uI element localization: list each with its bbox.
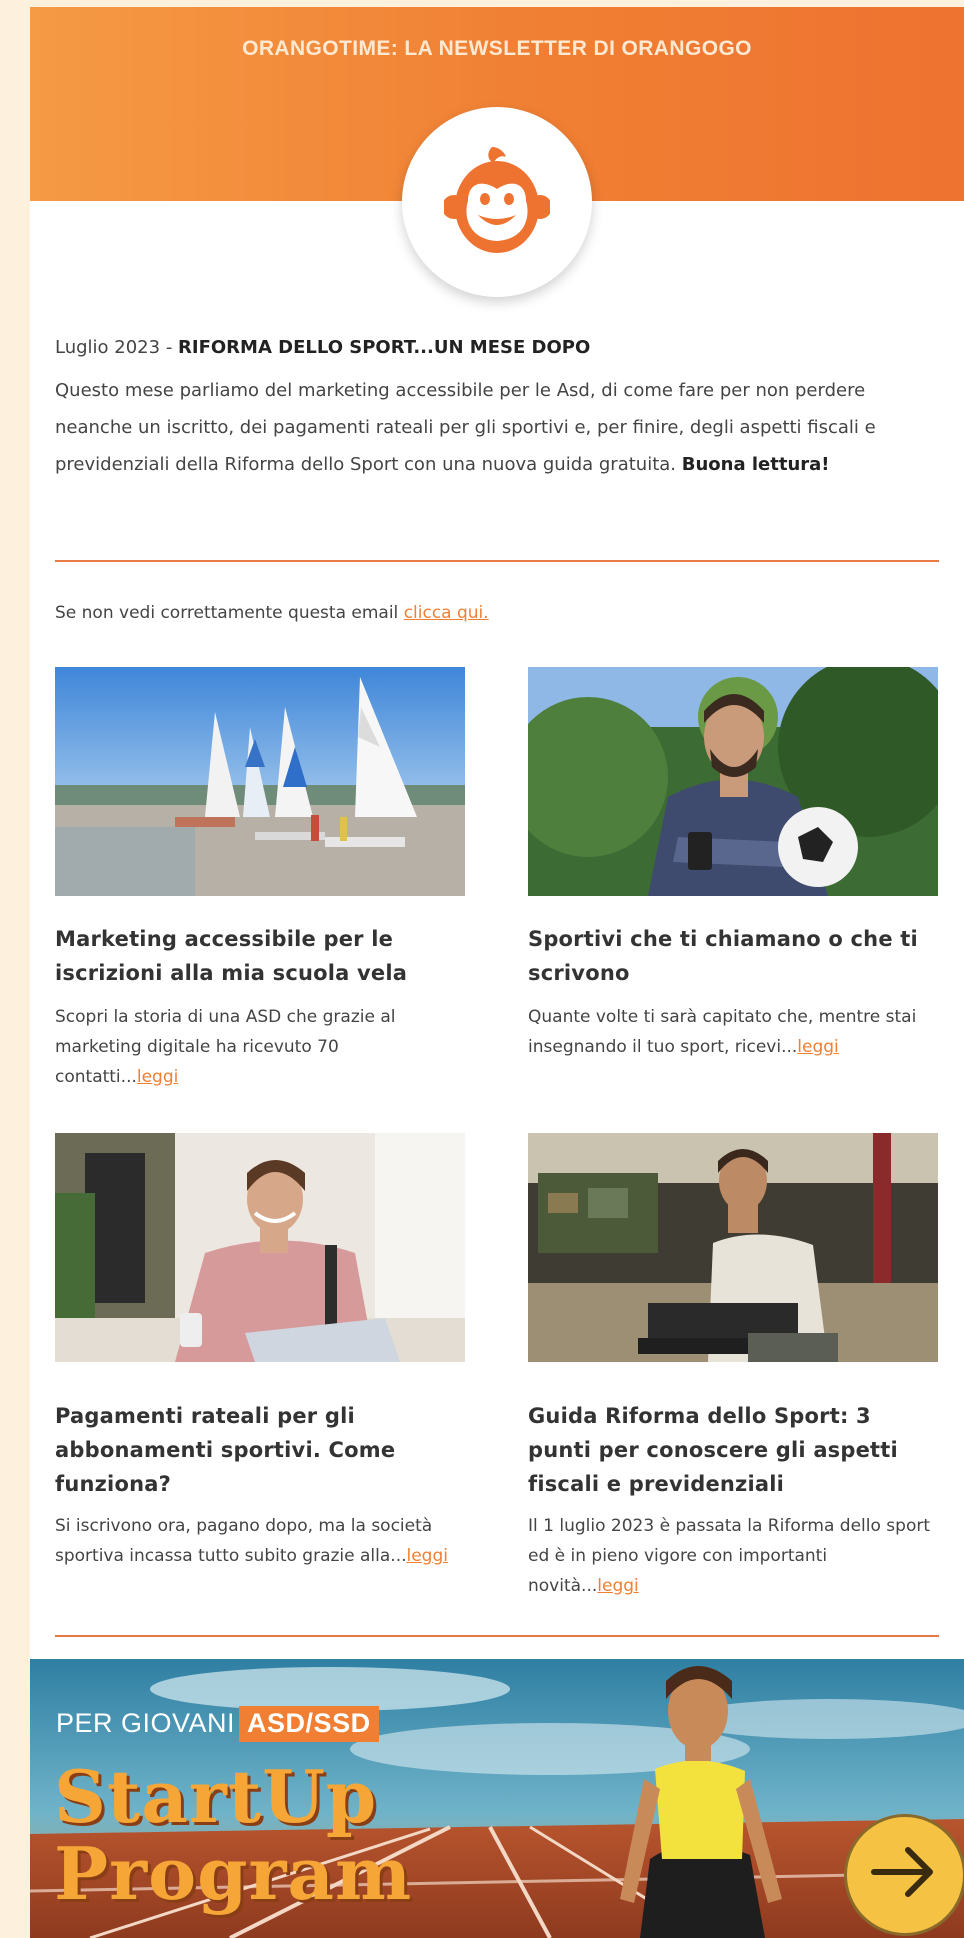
article-excerpt: Scopri la storia di una ASD che grazie a… — [55, 1002, 465, 1092]
article-excerpt-text: Il 1 luglio 2023 è passata la Riforma de… — [528, 1516, 930, 1596]
banner-tag: ASD/SSD — [239, 1706, 379, 1742]
banner-subtitle-text: PER GIOVANI — [56, 1708, 236, 1738]
banner-subtitle: PER GIOVANI ASD/SSD — [56, 1706, 379, 1742]
article-image-gym-reception[interactable] — [55, 1133, 465, 1362]
view-online-notice: Se non vedi correttamente questa email c… — [55, 603, 489, 623]
arrow-right-icon — [871, 1847, 933, 1897]
newsletter: ORANGOTIME: LA NEWSLETTER DI ORANGOGO Lu… — [30, 7, 964, 1938]
notice-text: Se non vedi correttamente questa email — [55, 603, 404, 623]
read-more-link[interactable]: leggi — [137, 1067, 179, 1087]
banner-arrow-button[interactable] — [844, 1814, 964, 1936]
intro: Luglio 2023 - RIFORMA DELLO SPORT...UN M… — [55, 329, 935, 483]
article-card-1: Marketing accessibile per le iscrizioni … — [55, 667, 465, 1107]
article-image-sailing[interactable] — [55, 667, 465, 896]
banner-title-line1: StartUp — [54, 1754, 378, 1839]
view-online-link[interactable]: clicca qui. — [404, 603, 489, 623]
article-card-4: Guida Riforma dello Sport: 3 punti per c… — [528, 1133, 938, 1633]
divider — [55, 560, 939, 562]
startup-program-banner[interactable]: PER GIOVANI ASD/SSD StartUp Program — [30, 1659, 964, 1938]
article-excerpt: Il 1 luglio 2023 è passata la Riforma de… — [528, 1511, 938, 1601]
article-excerpt-text: Quante volte ti sarà capitato che, mentr… — [528, 1007, 917, 1057]
article-excerpt-text: Scopri la storia di una ASD che grazie a… — [55, 1007, 396, 1087]
logo[interactable] — [402, 107, 592, 297]
article-excerpt: Si iscrivono ora, pagano dopo, ma la soc… — [55, 1511, 465, 1571]
article-image-trainer-laptop[interactable] — [528, 1133, 938, 1362]
article-title[interactable]: Sportivi che ti chiamano o che ti scrivo… — [528, 922, 938, 990]
article-image-athlete-phone[interactable] — [528, 667, 938, 896]
article-title[interactable]: Guida Riforma dello Sport: 3 punti per c… — [528, 1399, 938, 1501]
banner-title-line2: Program — [54, 1831, 413, 1916]
intro-body: Questo mese parliamo del marketing acces… — [55, 372, 935, 483]
article-title[interactable]: Marketing accessibile per le iscrizioni … — [55, 922, 465, 990]
intro-headline: RIFORMA DELLO SPORT...UN MESE DOPO — [178, 337, 591, 358]
article-title[interactable]: Pagamenti rateali per gli abbonamenti sp… — [55, 1399, 465, 1501]
read-more-link[interactable]: leggi — [597, 1576, 639, 1596]
intro-title: Luglio 2023 - RIFORMA DELLO SPORT...UN M… — [55, 329, 935, 366]
newsletter-title: ORANGOTIME: LA NEWSLETTER DI ORANGOGO — [242, 37, 752, 60]
intro-date: Luglio 2023 - — [55, 337, 179, 358]
intro-body-bold: Buona lettura! — [681, 454, 830, 475]
article-excerpt-text: Si iscrivono ora, pagano dopo, ma la soc… — [55, 1516, 433, 1566]
read-more-link[interactable]: leggi — [797, 1037, 839, 1057]
read-more-link[interactable]: leggi — [407, 1546, 449, 1566]
article-card-3: Pagamenti rateali per gli abbonamenti sp… — [55, 1133, 465, 1633]
article-card-2: Sportivi che ti chiamano o che ti scrivo… — [528, 667, 938, 1107]
monkey-face-icon — [444, 147, 550, 253]
divider — [55, 1635, 939, 1637]
article-excerpt: Quante volte ti sarà capitato che, mentr… — [528, 1002, 938, 1062]
